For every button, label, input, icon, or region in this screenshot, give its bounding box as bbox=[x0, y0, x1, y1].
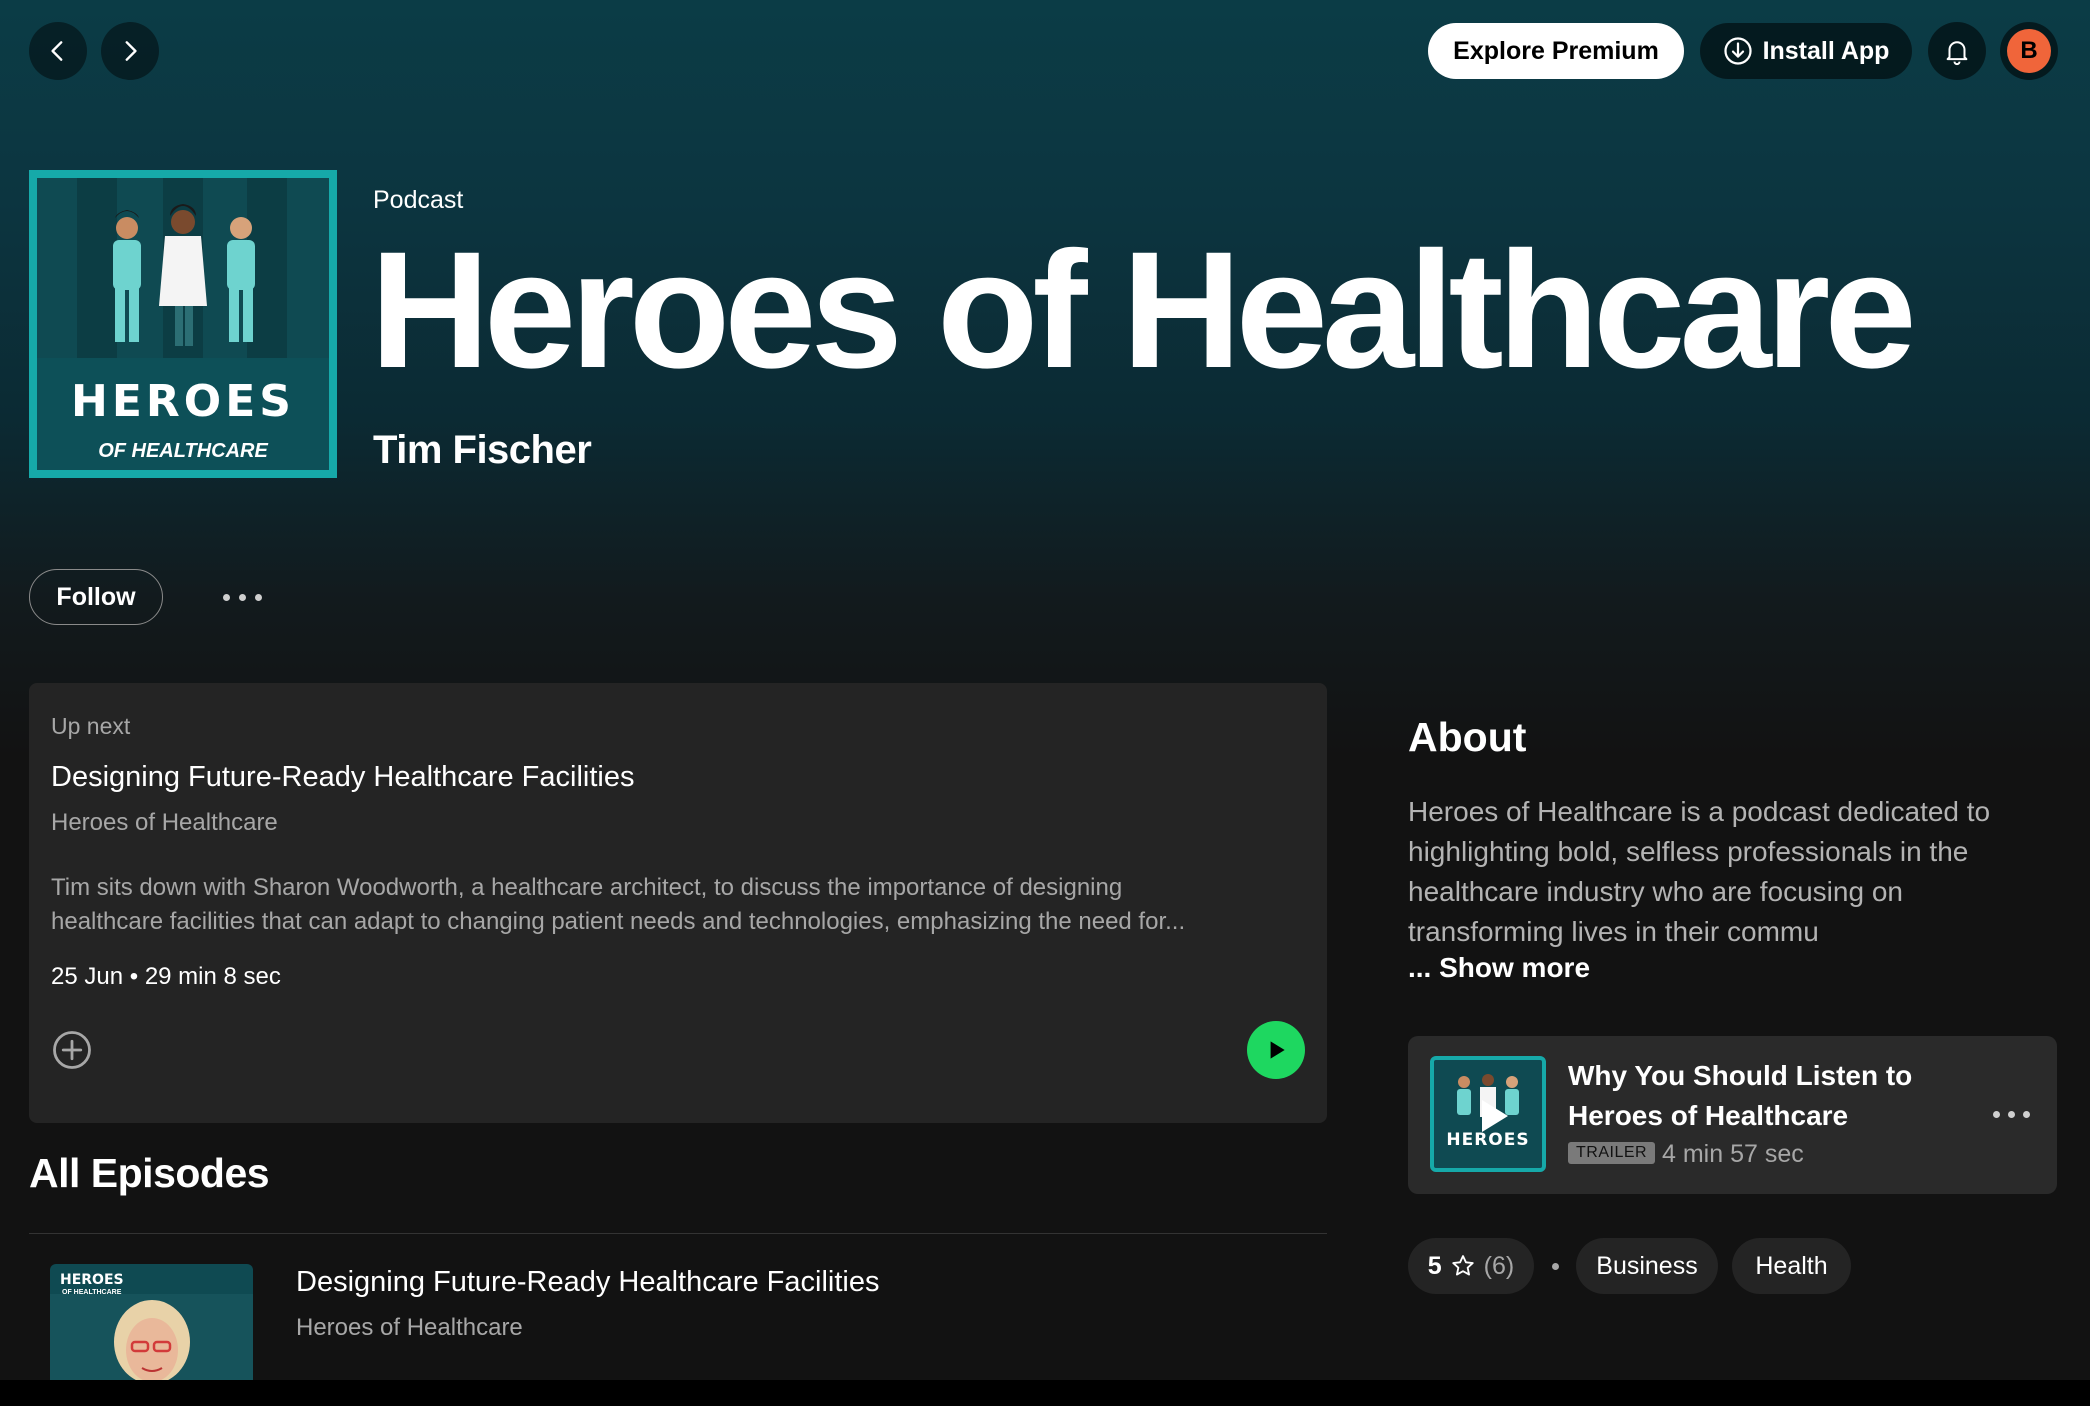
trailer-thumbnail-title: HEROES bbox=[1446, 1130, 1530, 1150]
chevron-right-icon bbox=[125, 41, 137, 61]
rating-count: (6) bbox=[1483, 1251, 1515, 1280]
notifications-button[interactable] bbox=[1928, 22, 1986, 80]
avatar: B bbox=[2007, 29, 2051, 73]
content-type-label: Podcast bbox=[373, 186, 464, 214]
up-next-description: Tim sits down with Sharon Woodworth, a h… bbox=[51, 874, 1186, 935]
trailer-title[interactable]: Why You Should Listen to Heroes of Healt… bbox=[1568, 1056, 1968, 1136]
cover-title-text: HEROES bbox=[71, 376, 295, 427]
about-description: Heroes of Healthcare is a podcast dedica… bbox=[1408, 796, 1991, 947]
section-divider bbox=[29, 1233, 1327, 1234]
tag-health[interactable]: Health bbox=[1732, 1238, 1851, 1294]
up-next-meta: 25 Jun • 29 min 8 sec bbox=[51, 963, 281, 991]
install-app-label: Install App bbox=[1762, 36, 1890, 65]
about-heading: About bbox=[1408, 714, 1527, 760]
tag-business[interactable]: Business bbox=[1576, 1238, 1718, 1294]
podcast-author-link[interactable]: Tim Fischer bbox=[373, 428, 592, 473]
explore-premium-button[interactable]: Explore Premium bbox=[1428, 23, 1684, 79]
episode-show-name[interactable]: Heroes of Healthcare bbox=[296, 1314, 523, 1342]
bottom-bar bbox=[0, 1380, 2090, 1406]
install-app-button[interactable]: Install App bbox=[1700, 23, 1912, 79]
more-dot bbox=[238, 593, 246, 601]
follow-button[interactable]: Follow bbox=[29, 569, 163, 625]
trailer-more-button[interactable] bbox=[1986, 1096, 2036, 1132]
trailer-badge: TRAILER bbox=[1568, 1142, 1656, 1164]
plus-circle-icon[interactable] bbox=[51, 1029, 93, 1071]
user-menu-button[interactable]: B bbox=[2000, 22, 2058, 80]
episode-title[interactable]: Designing Future-Ready Healthcare Facili… bbox=[296, 1266, 879, 1299]
play-button[interactable] bbox=[1247, 1021, 1305, 1079]
chevron-left-icon bbox=[51, 41, 63, 61]
podcast-cover-art: HEROES OF HEALTHCARE bbox=[29, 170, 337, 478]
up-next-date: 25 Jun bbox=[51, 963, 124, 990]
bell-icon bbox=[1946, 41, 1968, 66]
up-next-label: Up next bbox=[51, 713, 131, 739]
page-title: Heroes of Healthcare bbox=[370, 218, 1917, 403]
more-dot bbox=[2022, 1110, 2030, 1118]
separator-dot bbox=[1552, 1263, 1559, 1270]
rating-value: 5 bbox=[1427, 1251, 1442, 1280]
trailer-thumbnail[interactable]: HEROES bbox=[1430, 1056, 1546, 1172]
trailer-duration: 4 min 57 sec bbox=[1662, 1140, 1804, 1168]
cover-subtitle-text: OF HEALTHCARE bbox=[98, 440, 268, 462]
more-dot bbox=[254, 593, 262, 601]
more-horizontal-icon bbox=[1992, 1110, 2000, 1118]
up-next-episode-title[interactable]: Designing Future-Ready Healthcare Facili… bbox=[51, 761, 634, 794]
guest-portrait-image bbox=[50, 1294, 253, 1380]
trailer-card[interactable]: HEROES Why You Should Listen to Heroes o… bbox=[1408, 1036, 2057, 1194]
episode-thumbnail[interactable]: HEROES OF HEALTHCARE bbox=[50, 1264, 253, 1380]
up-next-duration: 29 min 8 sec bbox=[144, 963, 281, 990]
forward-button[interactable] bbox=[101, 22, 159, 80]
star-outline-icon bbox=[1452, 1255, 1474, 1276]
meta-separator: • bbox=[129, 963, 145, 990]
play-icon bbox=[1270, 1041, 1285, 1059]
up-next-card[interactable]: Up next Designing Future-Ready Healthcar… bbox=[29, 683, 1327, 1123]
rating-button[interactable]: 5 (6) bbox=[1408, 1238, 1534, 1294]
all-episodes-heading: All Episodes bbox=[29, 1150, 270, 1196]
download-circle-icon bbox=[1723, 37, 1752, 65]
play-icon bbox=[1482, 1100, 1508, 1132]
show-more-link[interactable]: ... Show more bbox=[1408, 952, 1590, 984]
more-horizontal-icon bbox=[222, 593, 230, 601]
more-dot bbox=[2007, 1110, 2015, 1118]
podcast-page: Explore Premium Install App B HEROES OF … bbox=[0, 0, 2090, 1380]
back-button[interactable] bbox=[29, 22, 87, 80]
up-next-show-name[interactable]: Heroes of Healthcare bbox=[51, 809, 278, 837]
more-options-button[interactable] bbox=[214, 577, 270, 617]
